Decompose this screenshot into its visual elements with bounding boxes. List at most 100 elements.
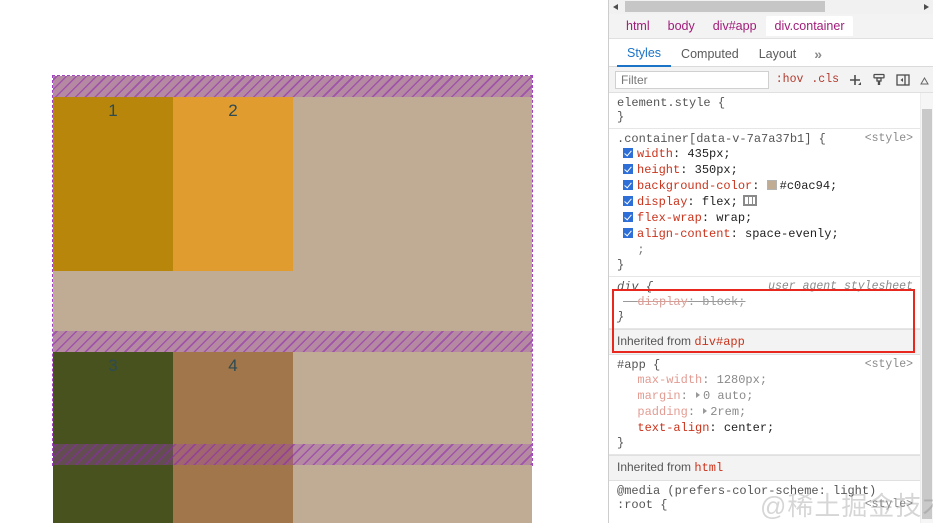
scroll-left-arrow-icon[interactable] (609, 0, 623, 14)
styles-filter-input[interactable]: Filter (615, 70, 769, 89)
rule-app-selector: #app { <style> (617, 358, 933, 372)
more-tabs-glyph: » (814, 46, 823, 62)
decl-width[interactable]: width: 435px; (617, 146, 933, 162)
decl-max-width-value[interactable]: 1280px; (717, 373, 767, 387)
rule-div-selector: div { user agent stylesheet (617, 280, 933, 294)
padding-expand-icon[interactable] (703, 408, 708, 414)
decl-new-property-placeholder[interactable]: ; (617, 242, 933, 258)
breadcrumb-item-div-app-label: div#app (712, 19, 757, 33)
breadcrumb-item-html-label: html (626, 19, 650, 33)
breadcrumb: html body div#app div.container (609, 14, 933, 39)
decl-flex-wrap-value[interactable]: wrap; (716, 211, 752, 225)
rule-element-style-selector: element.style { (617, 96, 726, 110)
decl-height[interactable]: height: 350px; (617, 162, 933, 178)
scrollbar-track[interactable] (623, 0, 919, 14)
decl-flex-wrap[interactable]: flex-wrap: wrap; (617, 210, 933, 226)
rule-element-style[interactable]: element.style { } (609, 93, 933, 129)
decl-align-content-property: align-content (637, 227, 731, 241)
decl-margin[interactable]: margin: 0 auto; (617, 388, 933, 404)
breadcrumb-item-div-app[interactable]: div#app (704, 16, 766, 36)
flex-line-2-empty-space (293, 352, 532, 523)
paintbrush-icon[interactable] (870, 71, 888, 89)
decl-text-align[interactable]: text-align: center; (617, 420, 933, 436)
flex-item-3[interactable]: 3 (53, 352, 173, 523)
decl-width-value[interactable]: 435px; (687, 147, 730, 161)
flex-line-1: 1 2 (53, 97, 532, 271)
inherited-from-target-2: html (694, 461, 724, 475)
decl-text-align-value[interactable]: center; (724, 421, 774, 435)
color-swatch[interactable] (766, 180, 777, 190)
force-element-state-button[interactable]: :hov (775, 73, 805, 86)
decl-align-content-checkbox[interactable] (623, 228, 633, 238)
more-tabs-chevron-icon[interactable]: » (806, 43, 830, 66)
flex-item-4[interactable]: 4 (173, 352, 293, 523)
breadcrumb-item-html[interactable]: html (617, 16, 659, 36)
rule-root-selector-text: :root { (617, 498, 668, 512)
decl-margin-property: margin (637, 389, 681, 403)
scrollbar-thumb[interactable] (625, 0, 825, 12)
decl-margin-value[interactable]: 0 auto; (703, 389, 753, 403)
decl-display[interactable]: display: flex; (617, 194, 933, 210)
flex-item-3-label: 3 (108, 356, 118, 375)
decl-height-value[interactable]: 350px; (695, 163, 738, 177)
inherited-from-label-2: Inherited from (617, 460, 692, 474)
breadcrumb-item-body[interactable]: body (659, 16, 704, 36)
tab-styles[interactable]: Styles (617, 42, 672, 67)
decl-div-display[interactable]: display: block; (617, 294, 933, 310)
decl-text-align-property: text-align (637, 421, 710, 435)
screenshot-root: 1 2 3 4 html body div#app div.container … (0, 0, 933, 523)
rule-container-selector-text: .container[data-v-7a7a37b1] { (617, 132, 826, 146)
sidebar-toggle-icon[interactable] (894, 71, 912, 89)
decl-background-color-checkbox[interactable] (623, 180, 633, 190)
decl-flex-wrap-checkbox[interactable] (623, 212, 633, 222)
inherited-from-label-1: Inherited from (617, 334, 692, 348)
decl-height-property: height (637, 163, 681, 177)
decl-display-property: display (637, 195, 688, 209)
rule-root-origin: <style> (864, 498, 913, 511)
decl-height-checkbox[interactable] (623, 164, 633, 174)
styles-vertical-scrollbar[interactable] (920, 93, 933, 523)
breadcrumb-item-div-container[interactable]: div.container (765, 16, 854, 36)
rule-div-user-agent[interactable]: div { user agent stylesheet display: blo… (609, 277, 933, 329)
decl-display-checkbox[interactable] (623, 196, 633, 206)
inherited-from-div-app-header: Inherited from div#app (609, 329, 933, 355)
decl-padding-value[interactable]: 2rem; (710, 405, 746, 419)
rule-container-close: } (617, 258, 625, 272)
flex-container-element[interactable]: 1 2 3 4 (52, 75, 533, 523)
tab-layout[interactable]: Layout (749, 43, 807, 66)
inherited-from-target-1: div#app (694, 335, 745, 349)
decl-background-color-value[interactable]: #c0ac94; (780, 179, 838, 193)
decl-align-content-value[interactable]: space-evenly; (745, 227, 839, 241)
rule-element-style-close: } (617, 110, 625, 124)
element-classes-button[interactable]: .cls (810, 73, 840, 86)
flex-item-2[interactable]: 2 (173, 97, 293, 271)
styles-filter-placeholder: Filter (621, 72, 648, 87)
styles-scroll-up-arrow-icon[interactable] (918, 74, 931, 86)
plus-icon[interactable] (846, 71, 864, 89)
rule-div-origin: user agent stylesheet (768, 280, 913, 293)
styles-rules-pane[interactable]: element.style { } .container[data-v-7a7a… (609, 93, 933, 523)
rule-container[interactable]: .container[data-v-7a7a37b1] { <style> wi… (609, 129, 933, 277)
decl-align-content[interactable]: align-content: space-evenly; (617, 226, 933, 242)
tab-styles-label: Styles (627, 46, 662, 60)
decl-background-color[interactable]: background-color: #c0ac94; (617, 178, 933, 194)
flex-badge-icon[interactable] (742, 195, 757, 206)
flex-item-2-label: 2 (228, 101, 238, 120)
decl-width-checkbox[interactable] (623, 148, 633, 158)
decl-max-width[interactable]: max-width: 1280px; (617, 372, 933, 388)
margin-expand-icon[interactable] (696, 392, 701, 398)
rule-div-close: } (617, 310, 625, 324)
styles-scrollbar-thumb[interactable] (922, 109, 932, 519)
scroll-right-arrow-icon[interactable] (919, 0, 933, 14)
decl-max-width-property: max-width (637, 373, 703, 387)
dom-tree-horizontal-scrollbar[interactable] (609, 0, 933, 14)
rule-app-close: } (617, 436, 625, 450)
rule-root-media[interactable]: @media (prefers-color-scheme: light) :ro… (609, 481, 933, 516)
rule-app[interactable]: #app { <style> max-width: 1280px; margin… (609, 355, 933, 455)
tab-computed[interactable]: Computed (671, 43, 749, 66)
flex-item-1-label: 1 (108, 101, 118, 120)
flex-item-1[interactable]: 1 (53, 97, 173, 271)
decl-padding[interactable]: padding: 2rem; (617, 404, 933, 420)
align-content-gap-top (53, 76, 532, 97)
decl-display-value[interactable]: flex; (702, 195, 738, 209)
